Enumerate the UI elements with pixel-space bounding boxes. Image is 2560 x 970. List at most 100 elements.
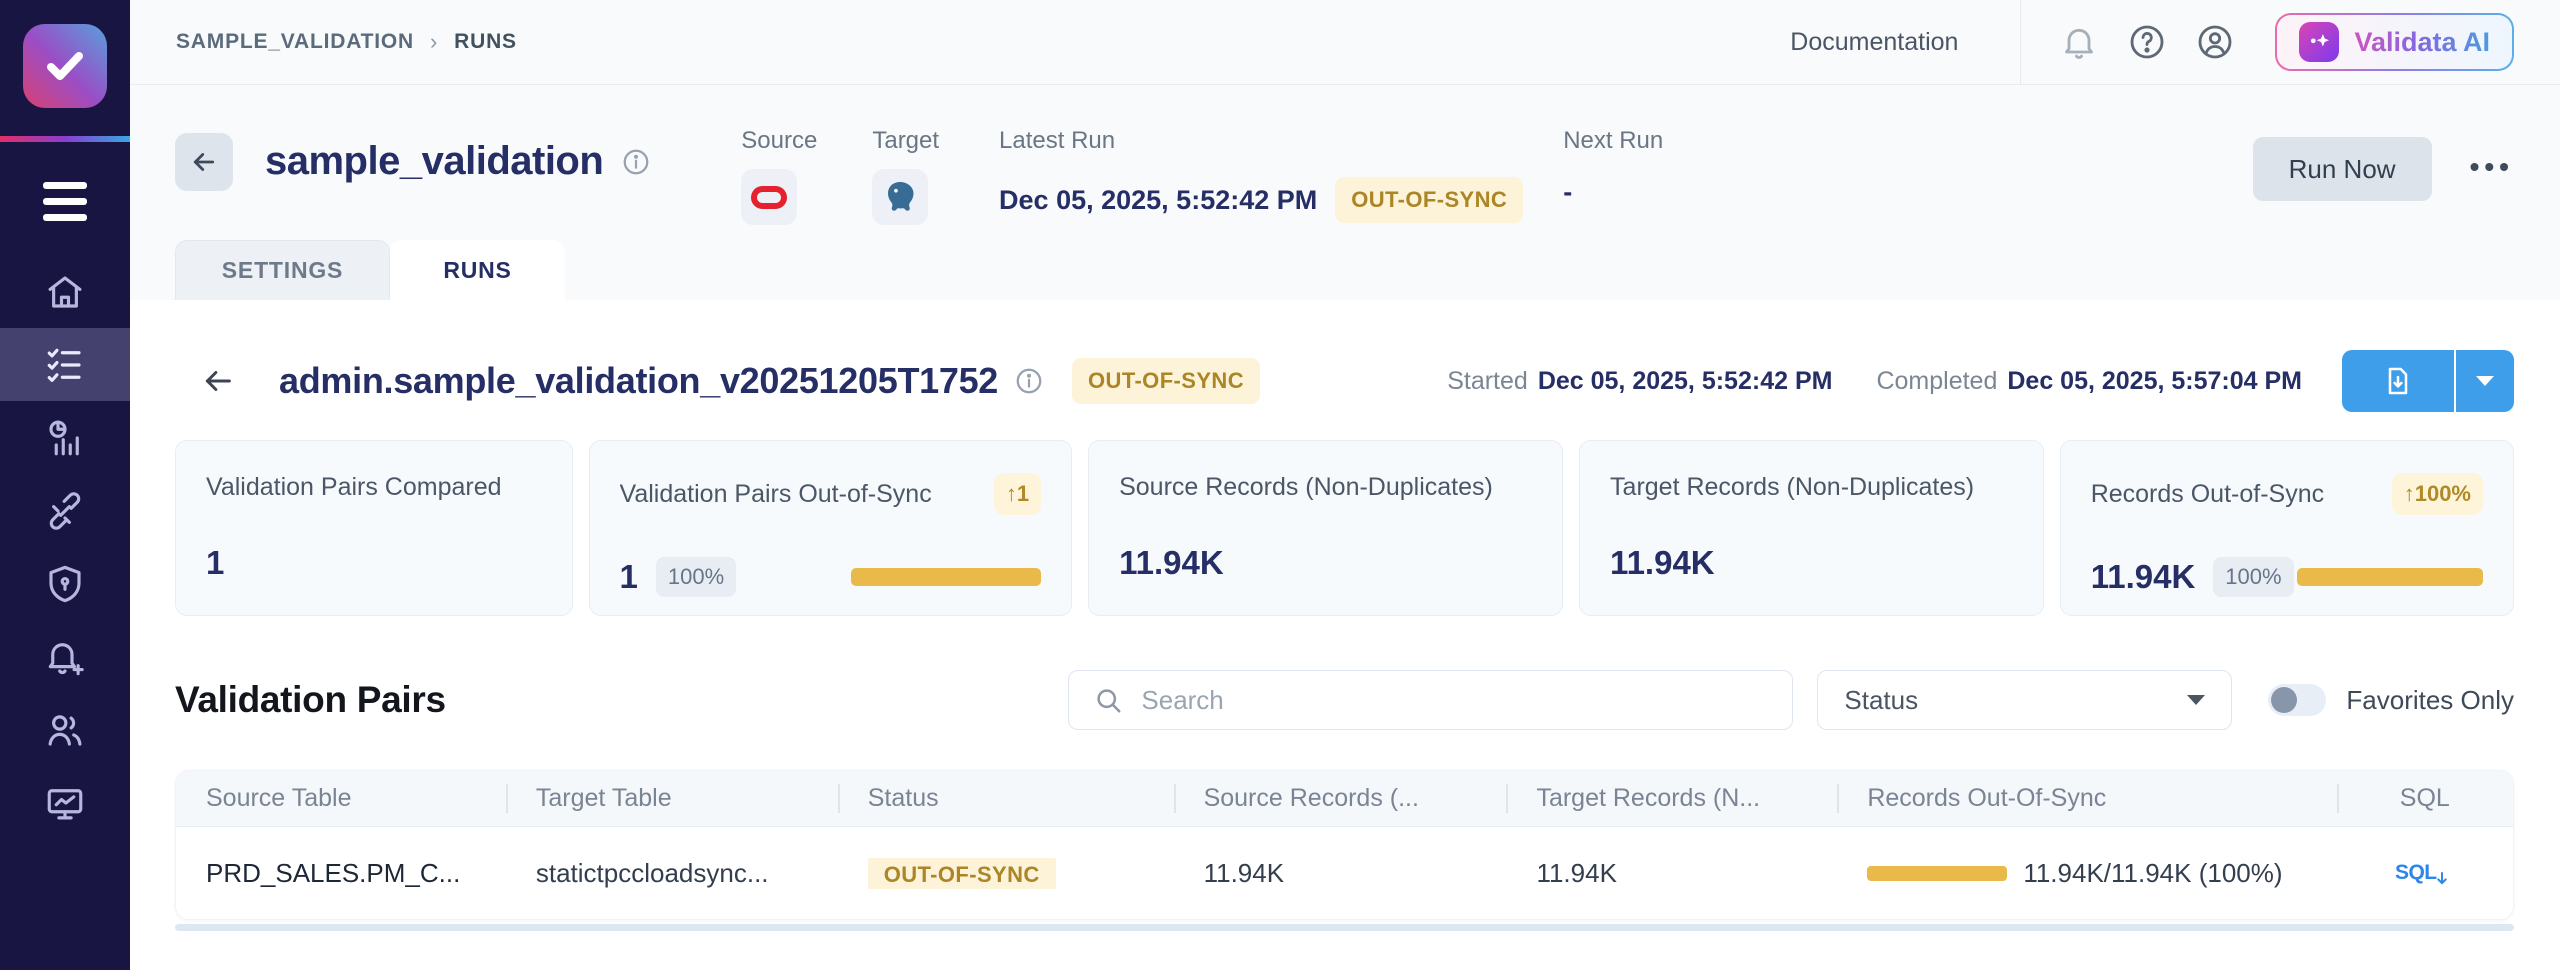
- column-status[interactable]: Status: [838, 784, 1174, 813]
- file-download-icon: [2382, 365, 2414, 397]
- card-pairs-compared: Validation Pairs Compared 1: [175, 440, 573, 616]
- run-now-button[interactable]: Run Now: [2253, 137, 2432, 201]
- out-of-sync-bar: [1867, 866, 2007, 881]
- run-header-row: admin.sample_validation_v20251205T1752 O…: [175, 350, 2514, 412]
- card-label: Validation Pairs Compared: [206, 473, 502, 502]
- content: admin.sample_validation_v20251205T1752 O…: [130, 300, 2560, 970]
- progress-bar: [851, 568, 1041, 586]
- analytics-icon: [44, 417, 86, 459]
- tab-runs[interactable]: RUNS: [390, 240, 565, 300]
- sidebar-item-home[interactable]: [0, 255, 130, 328]
- sidebar-item-users[interactable]: [0, 693, 130, 766]
- column-source-table[interactable]: Source Table: [176, 784, 506, 813]
- menu-toggle-button[interactable]: [43, 182, 87, 221]
- main-column: SAMPLE_VALIDATION › RUNS Documentation: [130, 0, 2560, 970]
- card-value: 11.94K: [1119, 544, 1224, 582]
- search-icon: [1093, 685, 1123, 715]
- latest-run-status-badge: OUT-OF-SYNC: [1335, 177, 1523, 223]
- latest-run-label: Latest Run: [999, 127, 1523, 155]
- target-meta: Target: [872, 127, 939, 225]
- postgresql-icon: [882, 179, 918, 215]
- documentation-link[interactable]: Documentation: [1790, 28, 1958, 57]
- security-shield-icon: [44, 563, 86, 605]
- search-box: [1068, 670, 1793, 730]
- topbar: SAMPLE_VALIDATION › RUNS Documentation: [130, 0, 2560, 85]
- status-filter-select[interactable]: Status: [1817, 670, 2232, 730]
- hamburger-icon: [43, 182, 87, 189]
- bell-icon: [2059, 22, 2099, 62]
- column-sql[interactable]: SQL: [2337, 784, 2513, 813]
- card-label: Source Records (Non-Duplicates): [1119, 473, 1493, 502]
- card-value: 11.94K: [2091, 558, 2196, 596]
- toggle-knob: [2271, 687, 2297, 713]
- column-source-records[interactable]: Source Records (...: [1174, 784, 1507, 813]
- sidebar-item-security[interactable]: [0, 547, 130, 620]
- favorites-toggle[interactable]: [2268, 684, 2326, 716]
- run-info-icon[interactable]: [1014, 366, 1044, 396]
- breadcrumb-page: RUNS: [454, 30, 517, 54]
- ai-chat-sparkle-icon: [2299, 22, 2339, 62]
- card-pairs-out-of-sync: Validation Pairs Out-of-Sync ↑1 1 100%: [589, 440, 1073, 616]
- status-filter-label: Status: [1844, 685, 1918, 716]
- page-title: sample_validation: [265, 139, 603, 184]
- card-label: Validation Pairs Out-of-Sync: [620, 480, 932, 509]
- chevron-down-icon: [2187, 695, 2205, 705]
- sidebar-item-connections[interactable]: [0, 474, 130, 547]
- cell-source-records: 11.94K: [1174, 858, 1507, 889]
- progress-bar: [2297, 568, 2483, 586]
- card-value: 11.94K: [1610, 544, 1715, 582]
- page-header: sample_validation Source Target: [130, 85, 2560, 300]
- sidebar: [0, 0, 130, 970]
- sidebar-item-reports[interactable]: [0, 766, 130, 839]
- sidebar-item-analytics[interactable]: [0, 401, 130, 474]
- cell-target-records: 11.94K: [1506, 858, 1837, 889]
- cell-target-table: statictpccloadsync...: [506, 858, 838, 889]
- tab-settings[interactable]: SETTINGS: [175, 240, 390, 300]
- home-icon: [44, 271, 86, 313]
- stats-cards: Validation Pairs Compared 1 Validation P…: [175, 440, 2514, 616]
- sidebar-item-alerts[interactable]: [0, 620, 130, 693]
- download-report-split-button: [2342, 350, 2514, 412]
- table-row[interactable]: PRD_SALES.PM_C... statictpccloadsync... …: [176, 827, 2513, 919]
- account-button[interactable]: [2195, 22, 2235, 62]
- run-back-button[interactable]: [201, 364, 235, 398]
- validata-ai-button[interactable]: Validata AI: [2275, 13, 2514, 71]
- run-started-value: Dec 05, 2025, 5:52:42 PM: [1538, 367, 1833, 395]
- target-db-tile[interactable]: [872, 169, 928, 225]
- topbar-right: Documentation Validata AI: [1790, 0, 2514, 85]
- more-options-button[interactable]: •••: [2470, 151, 2514, 183]
- back-button[interactable]: [175, 133, 233, 191]
- help-button[interactable]: [2127, 22, 2167, 62]
- source-meta: Source: [741, 127, 817, 225]
- column-records-out-of-sync[interactable]: Records Out-Of-Sync: [1837, 784, 2336, 813]
- column-target-table[interactable]: Target Table: [506, 784, 838, 813]
- out-of-sync-value: 11.94K/11.94K (100%): [2023, 858, 2282, 889]
- card-target-records: Target Records (Non-Duplicates) 11.94K: [1579, 440, 2044, 616]
- source-label: Source: [741, 127, 817, 155]
- search-input[interactable]: [1141, 685, 1768, 716]
- info-icon[interactable]: [621, 147, 651, 177]
- connections-icon: [44, 490, 86, 532]
- validata-logo[interactable]: [23, 24, 107, 108]
- favorites-label: Favorites Only: [2346, 685, 2514, 716]
- column-target-records[interactable]: Target Records (N...: [1506, 784, 1837, 813]
- download-options-button[interactable]: [2456, 350, 2514, 412]
- chevron-down-icon: [2476, 376, 2494, 386]
- breadcrumb-project[interactable]: SAMPLE_VALIDATION: [176, 30, 414, 54]
- app-root: SAMPLE_VALIDATION › RUNS Documentation: [0, 0, 2560, 970]
- validata-ai-label: Validata AI: [2354, 27, 2490, 58]
- download-report-button[interactable]: [2342, 350, 2454, 412]
- card-value: 1: [620, 558, 638, 596]
- notifications-button[interactable]: [2059, 22, 2099, 62]
- tabs: SETTINGS RUNS: [175, 240, 2514, 300]
- next-run-label: Next Run: [1563, 127, 1663, 155]
- reports-monitor-icon: [44, 782, 86, 824]
- sql-download-button[interactable]: SQL: [2395, 861, 2455, 885]
- horizontal-scrollbar[interactable]: [175, 924, 2514, 931]
- checkmark-icon: [41, 42, 89, 90]
- latest-run-value: Dec 05, 2025, 5:52:42 PM: [999, 185, 1317, 216]
- breadcrumb-separator: ›: [430, 29, 438, 55]
- sidebar-item-validations[interactable]: [0, 328, 130, 401]
- source-db-tile[interactable]: [741, 169, 797, 225]
- validation-pairs-toolbar: Validation Pairs Status Favorites Only: [175, 670, 2514, 730]
